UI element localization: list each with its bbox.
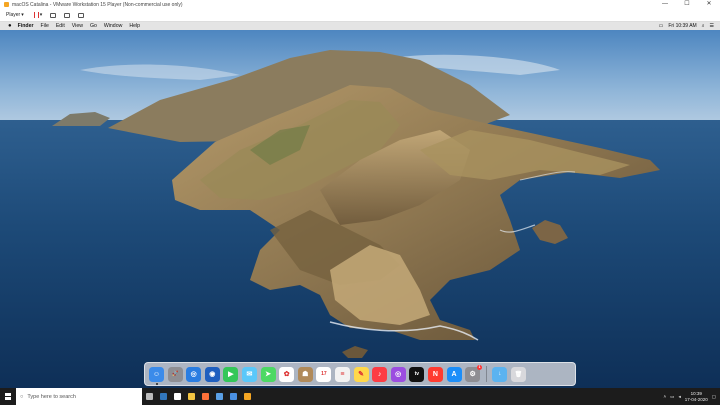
dock-trash-icon[interactable]: 🗑 — [510, 366, 526, 382]
search-icon: ○ — [20, 393, 24, 400]
menu-status-area: ▭ Fri 10:39 AM ⌕ ☰ — [659, 22, 714, 30]
start-button[interactable] — [0, 388, 16, 405]
dock-launchpad-icon[interactable]: 🚀 — [167, 366, 183, 382]
player-label: Player — [6, 12, 21, 18]
menu-window[interactable]: Window — [104, 23, 122, 29]
task-view-glyph — [145, 393, 153, 400]
taskbar-clock[interactable]: 10:39 17-04-2020 — [685, 391, 708, 402]
dock-photo-booth-icon[interactable]: ◉ — [204, 366, 220, 382]
desktop-wallpaper[interactable] — [0, 30, 720, 388]
pause-icon[interactable] — [33, 12, 39, 18]
store-glyph — [173, 393, 181, 400]
dock-maps-icon[interactable]: ➤ — [260, 366, 276, 382]
taskbar-date: 17-04-2020 — [684, 396, 708, 402]
menu-file[interactable]: File — [40, 23, 48, 29]
chevron-down-icon: ▾ — [21, 12, 24, 18]
notification-badge: 1 — [477, 364, 483, 370]
vmware-glyph — [243, 393, 251, 400]
vmware-title-bar: macOS Catalina - VMware Workstation 15 P… — [0, 0, 720, 9]
dock-podcasts-icon[interactable]: ◎ — [390, 366, 406, 382]
taskbar-mail-icon[interactable] — [212, 388, 226, 405]
minimize-button[interactable]: — — [654, 0, 676, 9]
mail-glyph — [215, 393, 223, 400]
dock-reminders-icon[interactable]: ≡ — [334, 366, 350, 382]
airplay-icon[interactable]: ▭ — [659, 23, 664, 29]
apple-menu-icon[interactable]: ● — [8, 23, 12, 29]
macos-menu-bar: ● Finder File Edit View Go Window Help ▭… — [0, 22, 720, 30]
dock-safari-icon[interactable]: ◎ — [186, 366, 202, 382]
search-icon[interactable]: ⌕ — [702, 23, 705, 29]
menu-finder[interactable]: Finder — [18, 23, 34, 29]
dock-separator — [485, 366, 487, 382]
taskbar-task-view-icon[interactable] — [142, 388, 156, 405]
menu-help[interactable]: Help — [129, 23, 140, 29]
taskbar-vmware-icon[interactable] — [240, 388, 254, 405]
player-menu-button[interactable]: Player ▾ — [4, 12, 26, 18]
vmware-toolbar: Player ▾ ▾ — [0, 9, 720, 22]
chevron-down-icon[interactable]: ▾ — [40, 12, 43, 18]
close-button[interactable]: ✕ — [698, 0, 720, 9]
dock-app-store-icon[interactable]: A — [446, 366, 462, 382]
unity-icon[interactable] — [78, 12, 85, 18]
taskbar-search-box[interactable]: ○ Type here to search — [16, 388, 142, 405]
windows-taskbar: ○ Type here to search ˄ ▭ ◂ 10:39 17-04-… — [0, 388, 720, 405]
catalina-island-wallpaper — [0, 30, 720, 388]
menu-go[interactable]: Go — [90, 23, 97, 29]
running-indicator — [155, 382, 158, 385]
dock-contacts-icon[interactable]: ☗ — [297, 366, 313, 382]
taskbar-apps — [142, 388, 254, 405]
photos-glyph — [229, 393, 237, 400]
macos-dock: ☺ 🚀 ◎ ◉ ▶ ✉ ➤ ✿ ☗ 17 ≡ ✎ ♪ ◎ tv N A ⚙ 1 ↓ 🗑 — [144, 362, 576, 386]
notification-icon[interactable]: ▢ — [712, 394, 716, 400]
windows-logo-icon — [4, 393, 12, 400]
dock-downloads-icon[interactable]: ↓ — [492, 366, 508, 382]
dock-facetime-icon[interactable]: ▶ — [223, 366, 239, 382]
taskbar-photos-icon[interactable] — [226, 388, 240, 405]
taskbar-store-icon[interactable] — [170, 388, 184, 405]
firefox-glyph — [201, 393, 209, 400]
dock-calendar-icon[interactable]: 17 — [316, 366, 332, 382]
dock-notes-icon[interactable]: ✎ — [353, 366, 369, 382]
vmware-logo-icon — [4, 2, 9, 7]
control-icon[interactable]: ☰ — [710, 23, 714, 29]
file-explorer-glyph — [187, 393, 195, 400]
window-controls: — ☐ ✕ — [654, 0, 720, 9]
dock-system-preferences-icon[interactable]: ⚙ 1 — [465, 364, 483, 382]
dock-news-icon[interactable]: N — [427, 366, 443, 382]
window-title: macOS Catalina - VMware Workstation 15 P… — [12, 1, 183, 8]
system-tray: ˄ ▭ ◂ 10:39 17-04-2020 ▢ — [664, 388, 716, 405]
volume-icon[interactable]: ◂ — [678, 394, 680, 400]
taskbar-search-placeholder: Type here to search — [27, 393, 76, 400]
chevron-up-icon[interactable]: ˄ — [664, 394, 667, 399]
dock-messages-icon[interactable]: ✉ — [241, 366, 257, 382]
taskbar-edge-icon[interactable] — [156, 388, 170, 405]
menu-edit[interactable]: Edit — [56, 23, 65, 29]
menu-view[interactable]: View — [72, 23, 83, 29]
taskbar-file-explorer-icon[interactable] — [184, 388, 198, 405]
dock-photos-icon[interactable]: ✿ — [279, 366, 295, 382]
taskbar-firefox-icon[interactable] — [198, 388, 212, 405]
maximize-button[interactable]: ☐ — [676, 0, 698, 9]
edge-glyph — [159, 393, 167, 400]
dock-music-icon[interactable]: ♪ — [372, 366, 388, 382]
dock-finder-icon[interactable]: ☺ — [149, 366, 164, 385]
send-ctrl-alt-del-icon[interactable] — [50, 12, 57, 18]
menu-clock[interactable]: Fri 10:39 AM — [668, 23, 696, 29]
network-icon[interactable]: ▭ — [670, 394, 674, 400]
fullscreen-icon[interactable] — [64, 12, 71, 18]
dock-tv-icon[interactable]: tv — [409, 366, 425, 382]
